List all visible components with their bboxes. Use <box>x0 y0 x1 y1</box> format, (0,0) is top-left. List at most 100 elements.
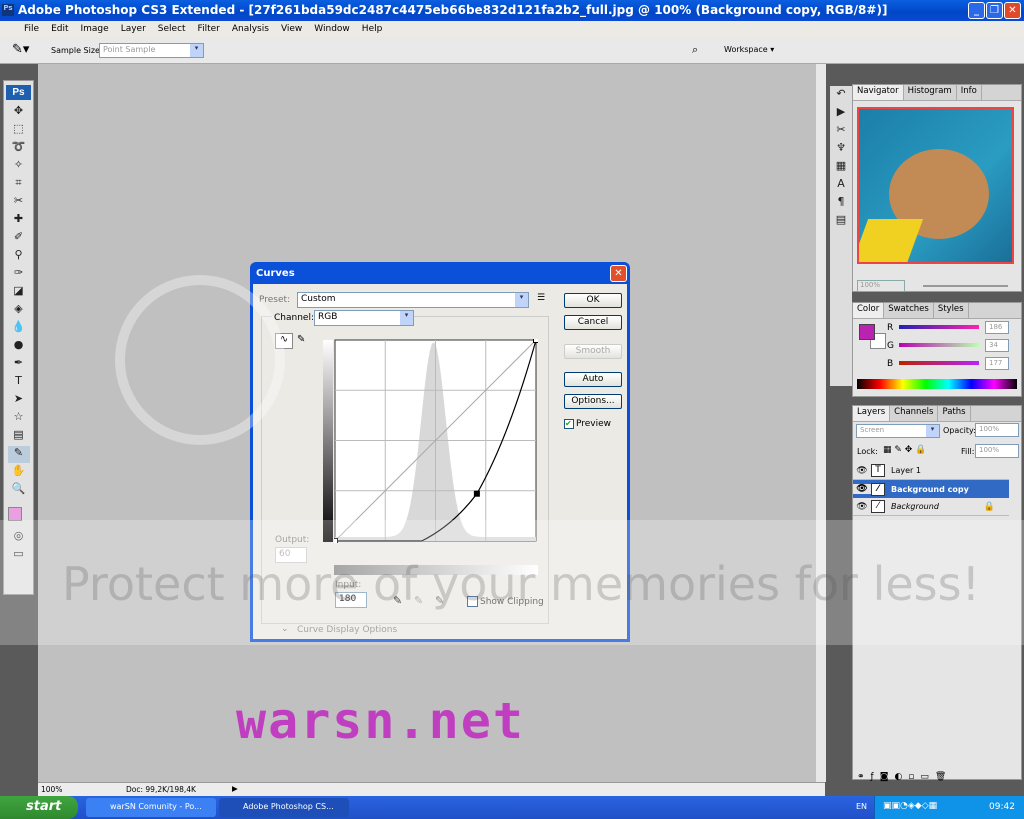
pen-tool-icon[interactable]: ✒ <box>8 356 30 373</box>
tab-histogram[interactable]: Histogram <box>904 85 957 100</box>
path-select-icon[interactable]: ➤ <box>8 392 30 409</box>
tab-swatches[interactable]: Swatches <box>884 303 934 318</box>
g-slider[interactable] <box>899 343 979 347</box>
dodge-tool-icon[interactable]: ● <box>8 338 30 355</box>
cancel-button[interactable]: Cancel <box>564 315 622 330</box>
pencil-tool-icon[interactable]: ✎ <box>297 334 305 345</box>
curves-graph[interactable] <box>334 339 538 543</box>
stamp-tool-icon[interactable]: ⚲ <box>8 248 30 265</box>
move-tool-icon[interactable]: ✥ <box>8 104 30 121</box>
character-icon[interactable]: A <box>830 177 852 194</box>
blur-tool-icon[interactable]: 💧 <box>8 320 30 337</box>
menu-filter[interactable]: Filter <box>192 24 226 34</box>
input-field[interactable]: 180 <box>335 592 367 608</box>
b-slider[interactable] <box>899 361 979 365</box>
layer-comps-icon[interactable]: ▤ <box>830 213 852 230</box>
curve-tool-icon[interactable]: ∿ <box>275 333 293 349</box>
menu-analysis[interactable]: Analysis <box>226 24 275 34</box>
curve-display-options[interactable]: Curve Display Options <box>297 625 397 635</box>
layer-row[interactable]: 👁 ⁄ Background 🔒 <box>853 498 1009 516</box>
curve-control-point[interactable] <box>533 339 539 343</box>
curve-control-point[interactable] <box>473 490 480 497</box>
menu-layer[interactable]: Layer <box>115 24 152 34</box>
actions-icon[interactable]: ▶ <box>830 105 852 122</box>
ok-button[interactable]: OK <box>564 293 622 308</box>
r-value[interactable]: 186 <box>985 321 1009 334</box>
marquee-tool-icon[interactable]: ⬚ <box>8 122 30 139</box>
gray-eyedropper-icon[interactable]: ✎ <box>414 594 423 607</box>
tab-navigator[interactable]: Navigator <box>853 85 904 100</box>
clone-source-icon[interactable]: ▦ <box>830 159 852 176</box>
tab-info[interactable]: Info <box>957 85 982 100</box>
history-brush-icon[interactable]: ✑ <box>8 266 30 283</box>
navigator-zoom-field[interactable]: 100% <box>857 280 905 292</box>
channel-select[interactable]: RGB ▾ <box>314 310 414 326</box>
sample-size-select[interactable]: Point Sample ▾ <box>99 43 204 58</box>
layer-footer-icons[interactable]: ⚭ƒ◙◐▫▭🗑 <box>857 772 952 782</box>
zoom-level[interactable]: 100% <box>41 785 62 794</box>
tab-color[interactable]: Color <box>853 303 885 318</box>
bridge-icon[interactable]: ⌕ <box>692 43 698 57</box>
preview-checkbox[interactable]: ✔ <box>564 419 574 429</box>
menu-select[interactable]: Select <box>152 24 192 34</box>
status-menu-arrow[interactable]: ▶ <box>232 784 238 793</box>
dialog-close-button[interactable]: ✕ <box>610 265 627 282</box>
paragraph-icon[interactable]: ¶ <box>830 195 852 212</box>
hand-tool-icon[interactable]: ✋ <box>8 464 30 481</box>
color-ramp[interactable] <box>857 379 1017 389</box>
menu-edit[interactable]: Edit <box>45 24 74 34</box>
black-eyedropper-icon[interactable]: ✎ <box>393 594 402 607</box>
magic-wand-icon[interactable]: ✧ <box>8 158 30 175</box>
white-eyedropper-icon[interactable]: ✎ <box>435 594 444 607</box>
workspace-button[interactable]: Workspace ▾ <box>724 45 774 54</box>
tab-styles[interactable]: Styles <box>934 303 969 318</box>
show-clipping-checkbox[interactable] <box>467 596 478 607</box>
minimize-button[interactable]: _ <box>968 2 985 19</box>
navigator-thumbnail[interactable] <box>857 107 1014 264</box>
zoom-tool-icon[interactable]: 🔍 <box>8 482 30 499</box>
bucket-tool-icon[interactable]: ◈ <box>8 302 30 319</box>
menu-image[interactable]: Image <box>75 24 115 34</box>
tab-channels[interactable]: Channels <box>890 406 939 421</box>
b-value[interactable]: 177 <box>985 357 1009 370</box>
menu-window[interactable]: Window <box>308 24 356 34</box>
preset-menu-icon[interactable]: ☰ <box>537 293 545 303</box>
eye-icon[interactable]: 👁 <box>853 466 871 476</box>
close-button[interactable]: ✕ <box>1004 2 1021 19</box>
brushes-icon[interactable]: ♆ <box>830 141 852 158</box>
brush-tool-icon[interactable]: ✐ <box>8 230 30 247</box>
history-icon[interactable]: ↶ <box>830 87 852 104</box>
curve-control-point[interactable] <box>334 538 338 544</box>
menu-file[interactable]: File <box>18 24 45 34</box>
quick-mask-icon[interactable]: ◎ <box>8 529 30 546</box>
options-button[interactable]: Options... <box>564 394 622 409</box>
tab-paths[interactable]: Paths <box>938 406 971 421</box>
screen-mode-icon[interactable]: ▭ <box>8 547 30 564</box>
language-indicator[interactable]: EN <box>856 802 867 811</box>
r-slider[interactable] <box>899 325 979 329</box>
eraser-tool-icon[interactable]: ◪ <box>8 284 30 301</box>
layer-row[interactable]: 👁 T Layer 1 <box>853 462 1009 480</box>
fill-field[interactable]: 100% <box>975 444 1019 458</box>
lock-icons[interactable]: ▦ ✎ ✥ 🔒 <box>883 445 926 455</box>
task-firefox[interactable]: warSN Comunity - Po... <box>86 798 216 817</box>
healing-tool-icon[interactable]: ✚ <box>8 212 30 229</box>
eye-icon[interactable]: 👁 <box>853 484 871 494</box>
auto-button[interactable]: Auto <box>564 372 622 387</box>
blend-mode-select[interactable]: Screen ▾ <box>856 424 940 438</box>
navigator-zoom-slider[interactable] <box>923 285 1008 287</box>
eyedropper-icon[interactable]: ✎▾ <box>12 42 29 57</box>
menu-view[interactable]: View <box>275 24 308 34</box>
eye-icon[interactable]: 👁 <box>853 502 871 512</box>
output-field[interactable]: 60 <box>275 547 307 563</box>
tool-presets-icon[interactable]: ✂ <box>830 123 852 140</box>
type-tool-icon[interactable]: T <box>8 374 30 391</box>
g-value[interactable]: 34 <box>985 339 1009 352</box>
notes-tool-icon[interactable]: ▤ <box>8 428 30 445</box>
foreground-color-swatch[interactable] <box>859 324 875 340</box>
preset-select[interactable]: Custom ▾ <box>297 292 529 308</box>
tab-layers[interactable]: Layers <box>853 406 891 421</box>
smooth-button[interactable]: Smooth <box>564 344 622 359</box>
layer-row-selected[interactable]: 👁 ⁄ Background copy <box>853 480 1009 498</box>
task-photoshop[interactable]: Adobe Photoshop CS... <box>219 798 349 817</box>
